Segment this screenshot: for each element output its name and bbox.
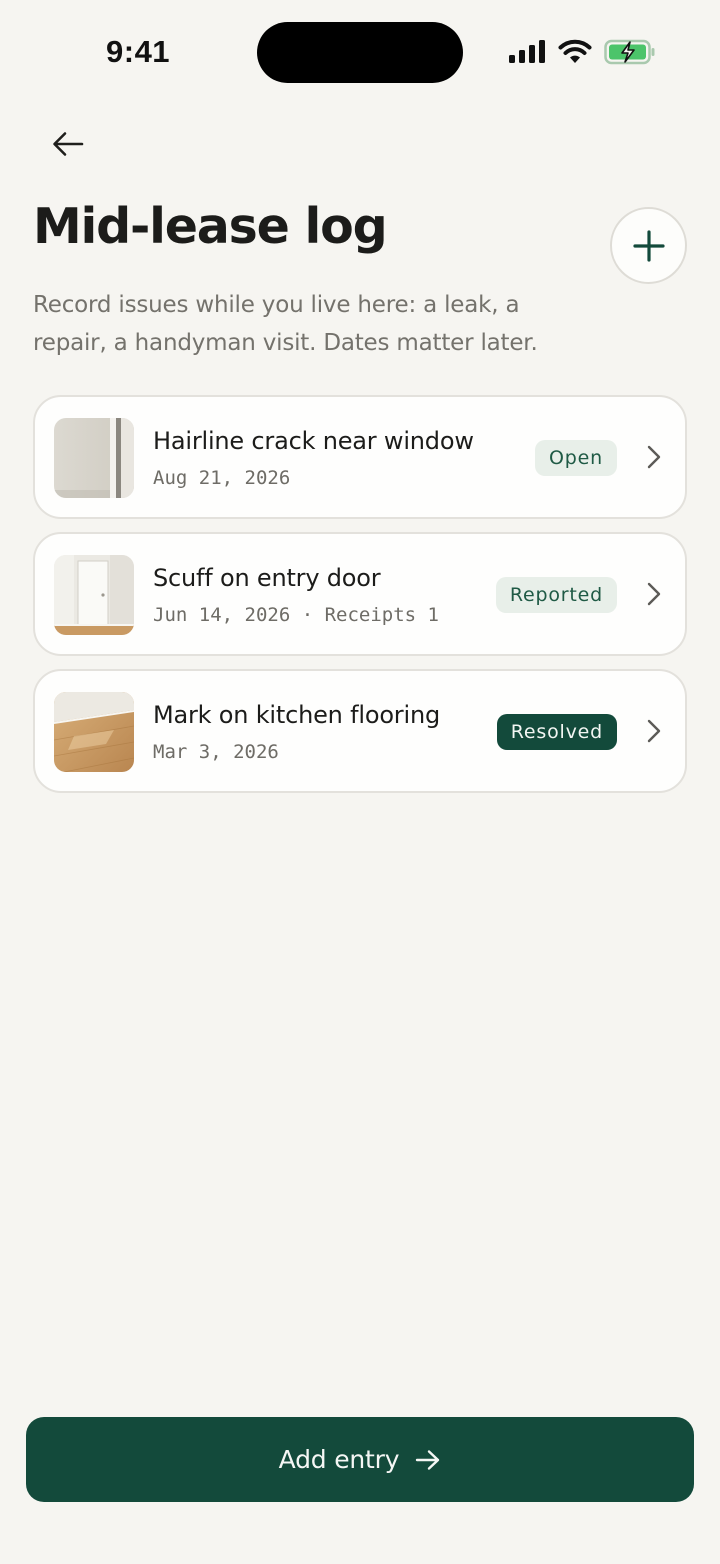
entry-thumbnail bbox=[54, 555, 134, 635]
log-entry-card[interactable]: Hairline crack near window Aug 21, 2026 … bbox=[33, 395, 687, 519]
wifi-icon bbox=[558, 39, 592, 63]
entry-title: Mark on kitchen flooring bbox=[153, 701, 440, 729]
page-subtitle: Record issues while you live here: a lea… bbox=[33, 292, 538, 356]
status-badge: Resolved bbox=[496, 714, 617, 750]
entry-title: Scuff on entry door bbox=[153, 564, 381, 592]
entry-meta: Mar 3, 2026 bbox=[153, 741, 279, 763]
entry-meta: Jun 14, 2026 · Receipts 1 bbox=[153, 604, 439, 626]
arrow-right-icon bbox=[416, 1449, 440, 1470]
entry-title: Hairline crack near window bbox=[153, 427, 474, 455]
add-entry-button[interactable]: Add entry bbox=[26, 1417, 694, 1502]
chevron-right-icon bbox=[647, 582, 661, 606]
chevron-right-icon bbox=[647, 719, 661, 743]
log-entry-list: Hairline crack near window Aug 21, 2026 … bbox=[33, 395, 687, 806]
log-entry-card[interactable]: Mark on kitchen flooring Mar 3, 2026 Res… bbox=[33, 669, 687, 793]
mid-lease-log-screen: 9:41 Mid-lease log Record issues while y… bbox=[0, 0, 720, 1564]
plus-icon bbox=[632, 229, 665, 262]
add-entry-icon-button[interactable] bbox=[610, 207, 687, 284]
page-title: Mid-lease log bbox=[33, 198, 388, 255]
status-time: 9:41 bbox=[106, 34, 171, 69]
log-entry-card[interactable]: Scuff on entry door Jun 14, 2026 · Recei… bbox=[33, 532, 687, 656]
entry-thumbnail bbox=[54, 692, 134, 772]
status-badge: Reported bbox=[495, 577, 617, 613]
dynamic-island bbox=[257, 22, 463, 83]
wood-floor-photo bbox=[54, 692, 134, 772]
back-button[interactable] bbox=[40, 118, 96, 170]
status-badge: Open bbox=[535, 440, 617, 476]
battery-charging-icon bbox=[604, 39, 655, 65]
entry-meta: Aug 21, 2026 bbox=[153, 467, 291, 489]
wall-corner-photo bbox=[54, 418, 134, 498]
status-bar: 9:41 bbox=[0, 0, 720, 104]
status-icons bbox=[508, 36, 656, 68]
white-door-photo bbox=[54, 555, 134, 635]
signal-icon bbox=[509, 40, 545, 63]
chevron-right-icon bbox=[647, 445, 661, 469]
arrow-left-icon bbox=[53, 132, 84, 156]
add-entry-label: Add entry bbox=[278, 1445, 400, 1474]
entry-thumbnail bbox=[54, 418, 134, 498]
